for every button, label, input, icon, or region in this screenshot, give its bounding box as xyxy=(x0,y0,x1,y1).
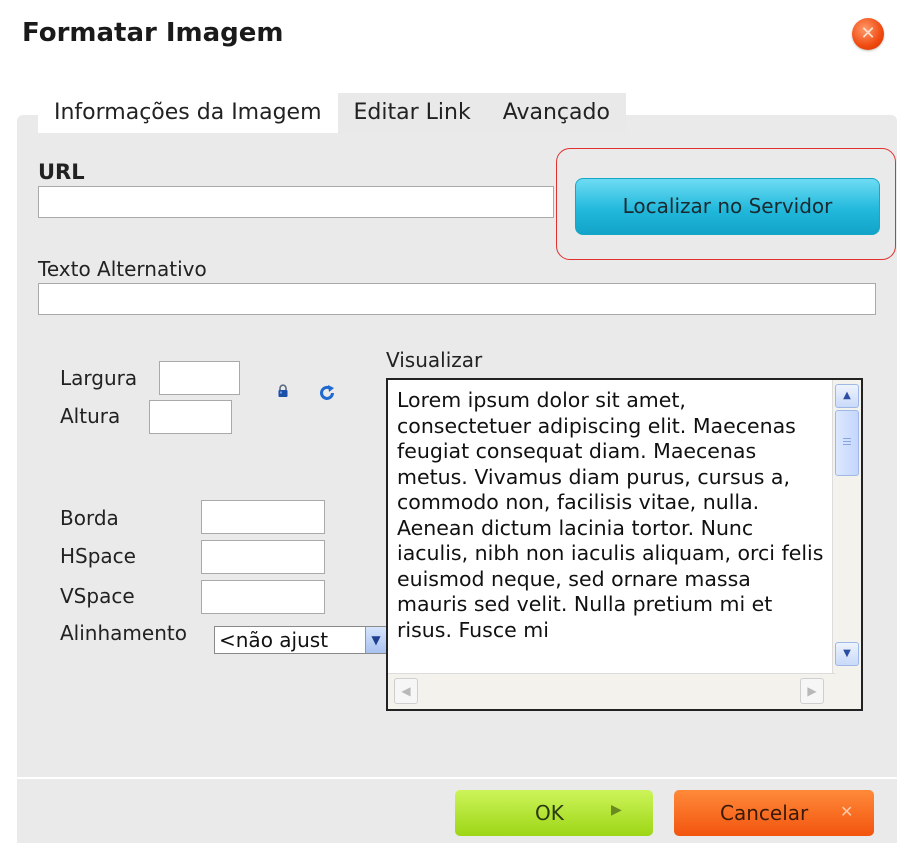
vertical-scrollbar[interactable]: ▲ ▼ xyxy=(832,380,861,674)
cancel-button-label: Cancelar xyxy=(720,801,809,825)
scroll-down-icon[interactable]: ▼ xyxy=(835,642,859,666)
scroll-left-icon[interactable]: ◀ xyxy=(394,678,418,704)
scroll-thumb[interactable] xyxy=(835,410,859,476)
close-x-icon: ✕ xyxy=(840,802,854,821)
format-image-dialog: Formatar Imagem ✕ Informações da Imagem … xyxy=(0,0,899,845)
close-icon[interactable]: ✕ xyxy=(852,18,884,50)
ok-button[interactable]: OK ▶ xyxy=(455,790,653,836)
height-label: Altura xyxy=(60,404,121,428)
tab-edit-link[interactable]: Editar Link xyxy=(337,93,487,133)
alignment-label: Alinhamento xyxy=(60,621,187,645)
url-input[interactable] xyxy=(38,186,554,218)
scroll-up-icon[interactable]: ▲ xyxy=(835,384,859,408)
cancel-button[interactable]: Cancelar ✕ xyxy=(674,790,874,836)
tab-advanced[interactable]: Avançado xyxy=(486,93,626,133)
vspace-label: VSpace xyxy=(60,584,135,608)
alignment-select[interactable]: <não ajust ▼ xyxy=(214,626,387,654)
preview-box: Lorem ipsum dolor sit amet, consectetuer… xyxy=(386,378,863,711)
lock-icon[interactable] xyxy=(276,384,290,398)
vspace-input[interactable] xyxy=(201,580,325,614)
hspace-label: HSpace xyxy=(60,544,136,568)
preview-label: Visualizar xyxy=(386,348,483,372)
ok-button-label: OK xyxy=(535,801,564,825)
arrow-right-icon: ▶ xyxy=(611,802,622,818)
height-input[interactable] xyxy=(149,400,232,434)
alt-text-input[interactable] xyxy=(38,283,876,315)
tab-image-info[interactable]: Informações da Imagem xyxy=(38,93,338,133)
scroll-right-icon[interactable]: ▶ xyxy=(800,678,824,704)
preview-text: Lorem ipsum dolor sit amet, consectetuer… xyxy=(397,388,824,642)
url-label: URL xyxy=(38,160,85,184)
width-input[interactable] xyxy=(159,361,240,395)
border-input[interactable] xyxy=(201,500,325,534)
dialog-title: Formatar Imagem xyxy=(22,18,284,48)
scroll-corner xyxy=(833,674,861,709)
browse-server-button[interactable]: Localizar no Servidor xyxy=(575,178,880,235)
width-label: Largura xyxy=(60,366,138,390)
alt-text-label: Texto Alternativo xyxy=(38,257,207,281)
horizontal-scrollbar[interactable]: ◀ ▶ xyxy=(388,673,835,709)
hspace-input[interactable] xyxy=(201,540,325,574)
chevron-down-icon[interactable]: ▼ xyxy=(365,627,386,653)
tab-bar: Informações da Imagem Editar Link Avança… xyxy=(38,93,626,133)
alignment-selected-value: <não ajust xyxy=(219,628,329,652)
reset-size-icon[interactable] xyxy=(318,384,336,402)
border-label: Borda xyxy=(60,506,119,530)
